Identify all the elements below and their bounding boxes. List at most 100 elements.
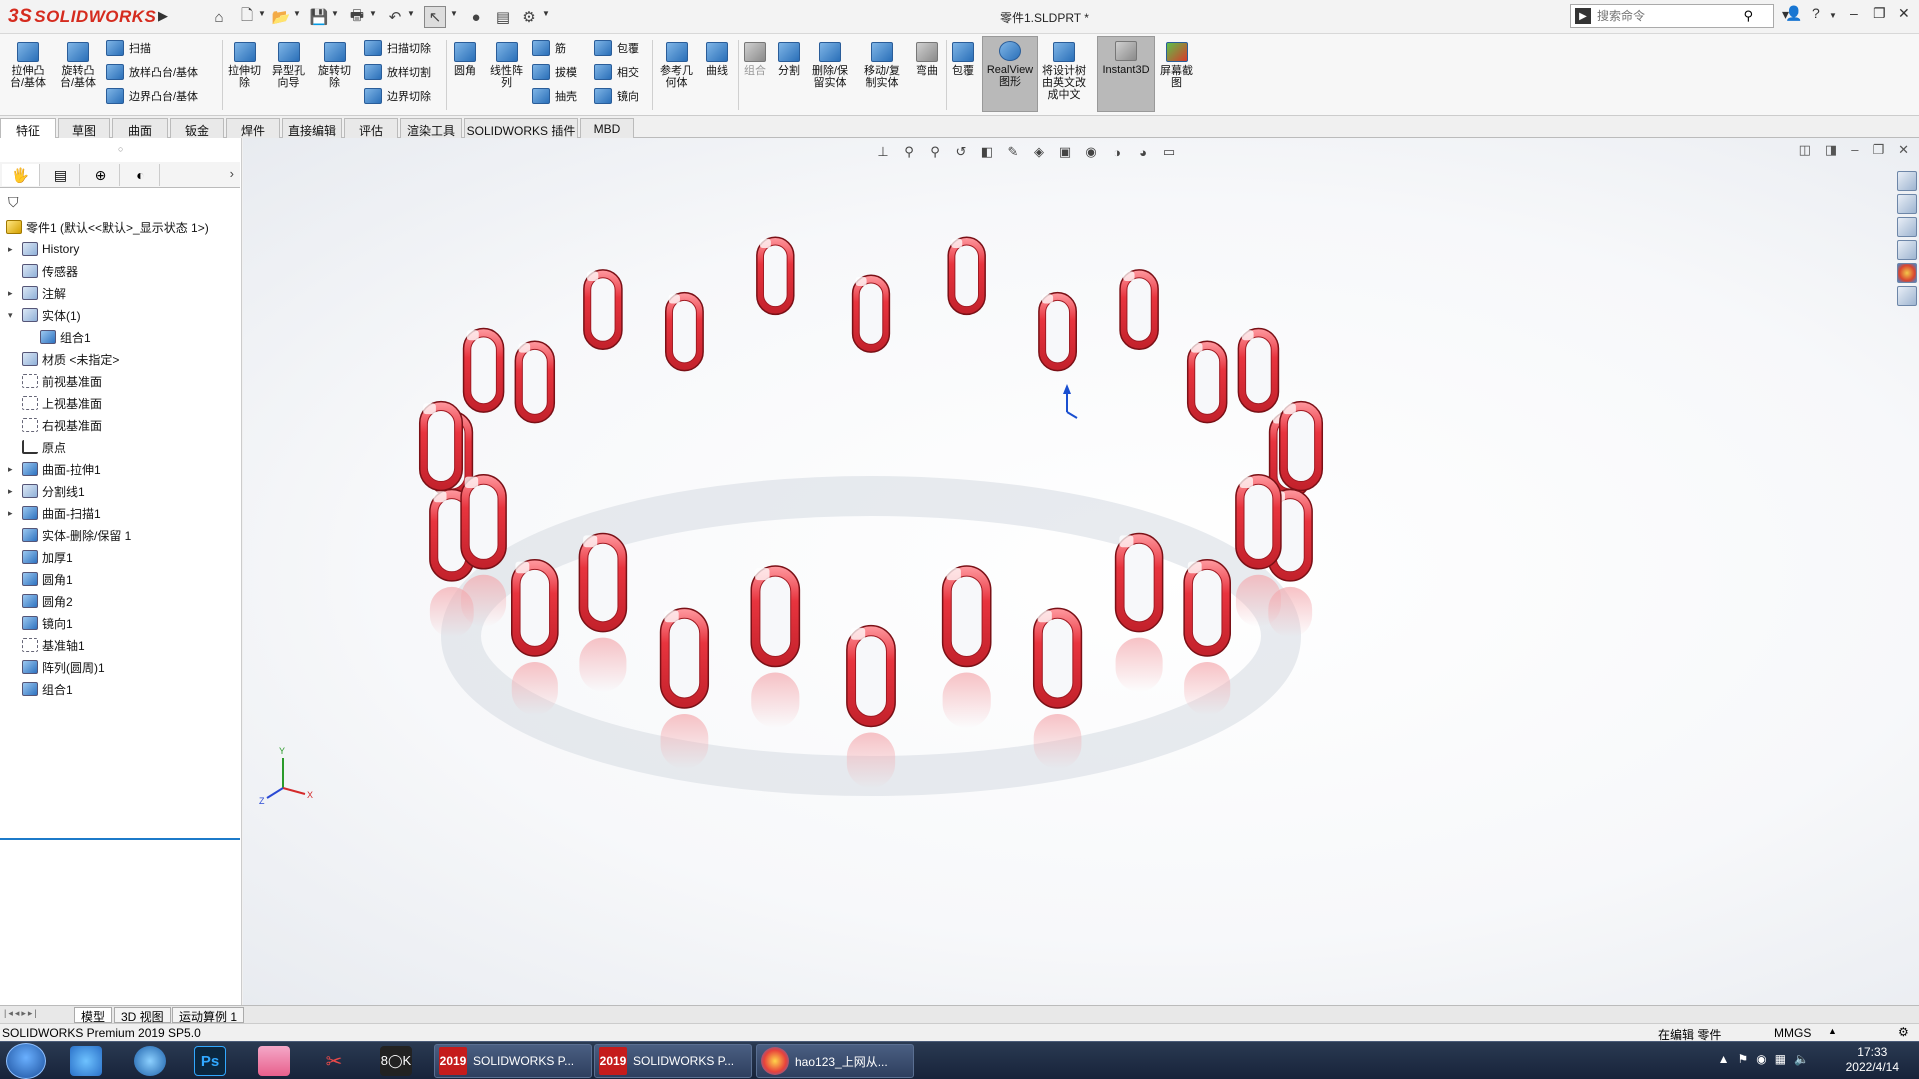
tray-app-icon[interactable]: ◉ (1756, 1052, 1766, 1066)
tree-node[interactable]: ▸ 曲面-拉伸1 (0, 458, 240, 480)
obs-icon[interactable]: 8◯K (380, 1046, 412, 1076)
draft-button[interactable]: 拔模 (532, 62, 577, 82)
tab-features[interactable]: 特征 (0, 118, 56, 138)
revolve-boss-button[interactable]: 旋转凸 台/基体 (60, 42, 96, 89)
rollback-bar[interactable] (0, 838, 240, 840)
display-manager-tab-icon[interactable]: ◐ (122, 164, 160, 186)
expand-arrow-icon[interactable]: ▸ (8, 508, 18, 519)
print-dropdown-icon[interactable]: ▼ (369, 9, 377, 18)
filter-icon[interactable]: ⛉ (8, 194, 19, 211)
tree-node[interactable]: 镜向1 (0, 612, 240, 634)
wrap-button[interactable]: 包覆 (594, 38, 639, 58)
tree-node[interactable]: ▸ History (0, 238, 240, 260)
3d-model-canvas[interactable]: Y X Z (243, 138, 1919, 1005)
file-properties-icon[interactable]: ▤ (492, 6, 514, 28)
media-icon[interactable] (258, 1046, 290, 1076)
expand-arrow-icon[interactable]: ▸ (8, 244, 18, 255)
split-button[interactable]: 分割 (778, 42, 800, 77)
chevron-right-icon[interactable]: › (230, 166, 234, 181)
delete-keep-body-button[interactable]: 删除/保 留实体 (812, 42, 848, 89)
search-command-box[interactable]: ▶ ⚲ (1570, 4, 1774, 28)
curves-button[interactable]: 曲线 (706, 42, 728, 77)
photoshop-icon[interactable]: Ps (194, 1046, 226, 1076)
undo-dropdown-icon[interactable]: ▼ (407, 9, 415, 18)
traffic-light-icon[interactable]: ● (465, 6, 487, 28)
search-input[interactable] (1597, 9, 1737, 23)
tree-node[interactable]: 圆角1 (0, 568, 240, 590)
select-icon[interactable]: ↖ (424, 6, 446, 28)
tray-network-icon[interactable]: ▦ (1775, 1052, 1786, 1066)
tree-node[interactable]: ▸ 曲面-扫描1 (0, 502, 240, 524)
loft-boss-button[interactable]: 放样凸台/基体 (106, 62, 198, 82)
config-manager-tab-icon[interactable]: ⊕ (82, 164, 120, 186)
tab-model[interactable]: 模型 (74, 1007, 113, 1024)
tree-node[interactable]: ▸ 分割线1 (0, 480, 240, 502)
undo-icon[interactable]: ↶ (384, 6, 406, 28)
tree-node[interactable]: 右视基准面 (0, 414, 240, 436)
open-icon[interactable]: 📂 (270, 6, 292, 28)
home-icon[interactable]: ⌂ (208, 6, 230, 28)
linear-pattern-button[interactable]: 线性阵 列 (490, 42, 523, 89)
tree-node[interactable]: ▸ 注解 (0, 282, 240, 304)
sweep-button[interactable]: 扫描 (106, 38, 151, 58)
scissors-icon[interactable]: ✂ (318, 1046, 350, 1076)
tab-mbd[interactable]: MBD (580, 118, 634, 138)
open-dropdown-icon[interactable]: ▼ (293, 9, 301, 18)
units-dropdown-icon[interactable]: ▲ (1828, 1026, 1837, 1036)
panel-grip-icon[interactable]: ○ (118, 144, 123, 154)
print-icon[interactable]: 🖶 (346, 6, 368, 28)
select-dropdown-icon[interactable]: ▼ (450, 9, 458, 18)
tree-node[interactable]: 基准轴1 (0, 634, 240, 656)
tray-flag-icon[interactable]: ⚑ (1737, 1052, 1748, 1066)
taskbar-solidworks-2[interactable]: 2019 SOLIDWORKS P... (594, 1044, 752, 1078)
hole-wizard-button[interactable]: 异型孔 向导 (272, 42, 305, 89)
property-manager-tab-icon[interactable]: ▤ (42, 164, 80, 186)
tab-solidworks-addins[interactable]: SOLIDWORKS 插件 (464, 118, 578, 138)
start-button-icon[interactable] (6, 1043, 46, 1079)
move-copy-body-button[interactable]: 移动/复 制实体 (864, 42, 900, 89)
revolve-cut-button[interactable]: 旋转切 除 (318, 42, 351, 89)
tree-node[interactable]: 阵列(圆周)1 (0, 656, 240, 678)
options-dropdown-icon[interactable]: ▼ (542, 9, 550, 18)
tree-node[interactable]: 前视基准面 (0, 370, 240, 392)
edge-browser-icon[interactable] (134, 1046, 166, 1076)
tray-volume-icon[interactable]: 🔈 (1794, 1052, 1809, 1066)
tree-node[interactable]: 组合1 (0, 678, 240, 700)
boundary-cut-button[interactable]: 边界切除 (364, 86, 431, 106)
tree-node[interactable]: 零件1 (默认<<默认>_显示状态 1>) (0, 216, 240, 238)
unit-system[interactable]: MMGS (1774, 1026, 1811, 1040)
tab-surfaces[interactable]: 曲面 (112, 118, 168, 138)
tab-direct-edit[interactable]: 直接编辑 (282, 118, 342, 138)
fillet-button[interactable]: 圆角 (454, 42, 476, 77)
tab-3d-view[interactable]: 3D 视图 (114, 1007, 171, 1024)
save-dropdown-icon[interactable]: ▼ (331, 9, 339, 18)
graphics-area[interactable]: ⊥ ⚲ ⚲ ↺ ◧ ✎ ◈ ▣ ◉ ◑ ◕ ▭ ◫ ◨ – ❐ ✕ Y X Z (243, 138, 1919, 1005)
minimize-icon[interactable]: – (1850, 5, 1858, 21)
screen-capture-button[interactable]: 屏幕截 图 (1160, 42, 1193, 89)
account-icon[interactable]: 👤 (1785, 5, 1802, 22)
solidworks-logo[interactable]: 3S SOLIDWORKS (8, 5, 156, 29)
tree-node[interactable]: 组合1 (0, 326, 240, 348)
tab-weldments[interactable]: 焊件 (226, 118, 280, 138)
boundary-boss-button[interactable]: 边界凸台/基体 (106, 86, 198, 106)
translate-tree-button[interactable]: 将设计树 由英文改 成中文 (1042, 42, 1086, 101)
feature-tree-tab-icon[interactable]: 🖐 (2, 164, 40, 186)
menu-expand-icon[interactable]: ▶ (158, 8, 168, 24)
mirror-button[interactable]: 镜向 (594, 86, 639, 106)
browser-icon[interactable] (70, 1046, 102, 1076)
tab-render-tools[interactable]: 渲染工具 (400, 118, 462, 138)
reference-geometry-button[interactable]: 参考几 何体 (660, 42, 693, 89)
rib-button[interactable]: 筋 (532, 38, 566, 58)
instant3d-button[interactable]: Instant3D (1097, 36, 1155, 112)
tab-sketch[interactable]: 草图 (58, 118, 110, 138)
tree-node[interactable]: 材质 <未指定> (0, 348, 240, 370)
magnifier-icon[interactable]: ⚲ (1743, 8, 1753, 24)
tab-motion-study[interactable]: 运动算例 1 (172, 1007, 245, 1024)
tab-evaluate[interactable]: 评估 (344, 118, 398, 138)
sweep-cut-button[interactable]: 扫描切除 (364, 38, 431, 58)
taskbar-clock[interactable]: 17:33 2022/4/14 (1846, 1045, 1899, 1075)
realview-button[interactable]: RealView 图形 (982, 36, 1038, 112)
expand-arrow-icon[interactable]: ▸ (8, 288, 18, 299)
tree-node[interactable]: 传感器 (0, 260, 240, 282)
tree-node[interactable]: 加厚1 (0, 546, 240, 568)
